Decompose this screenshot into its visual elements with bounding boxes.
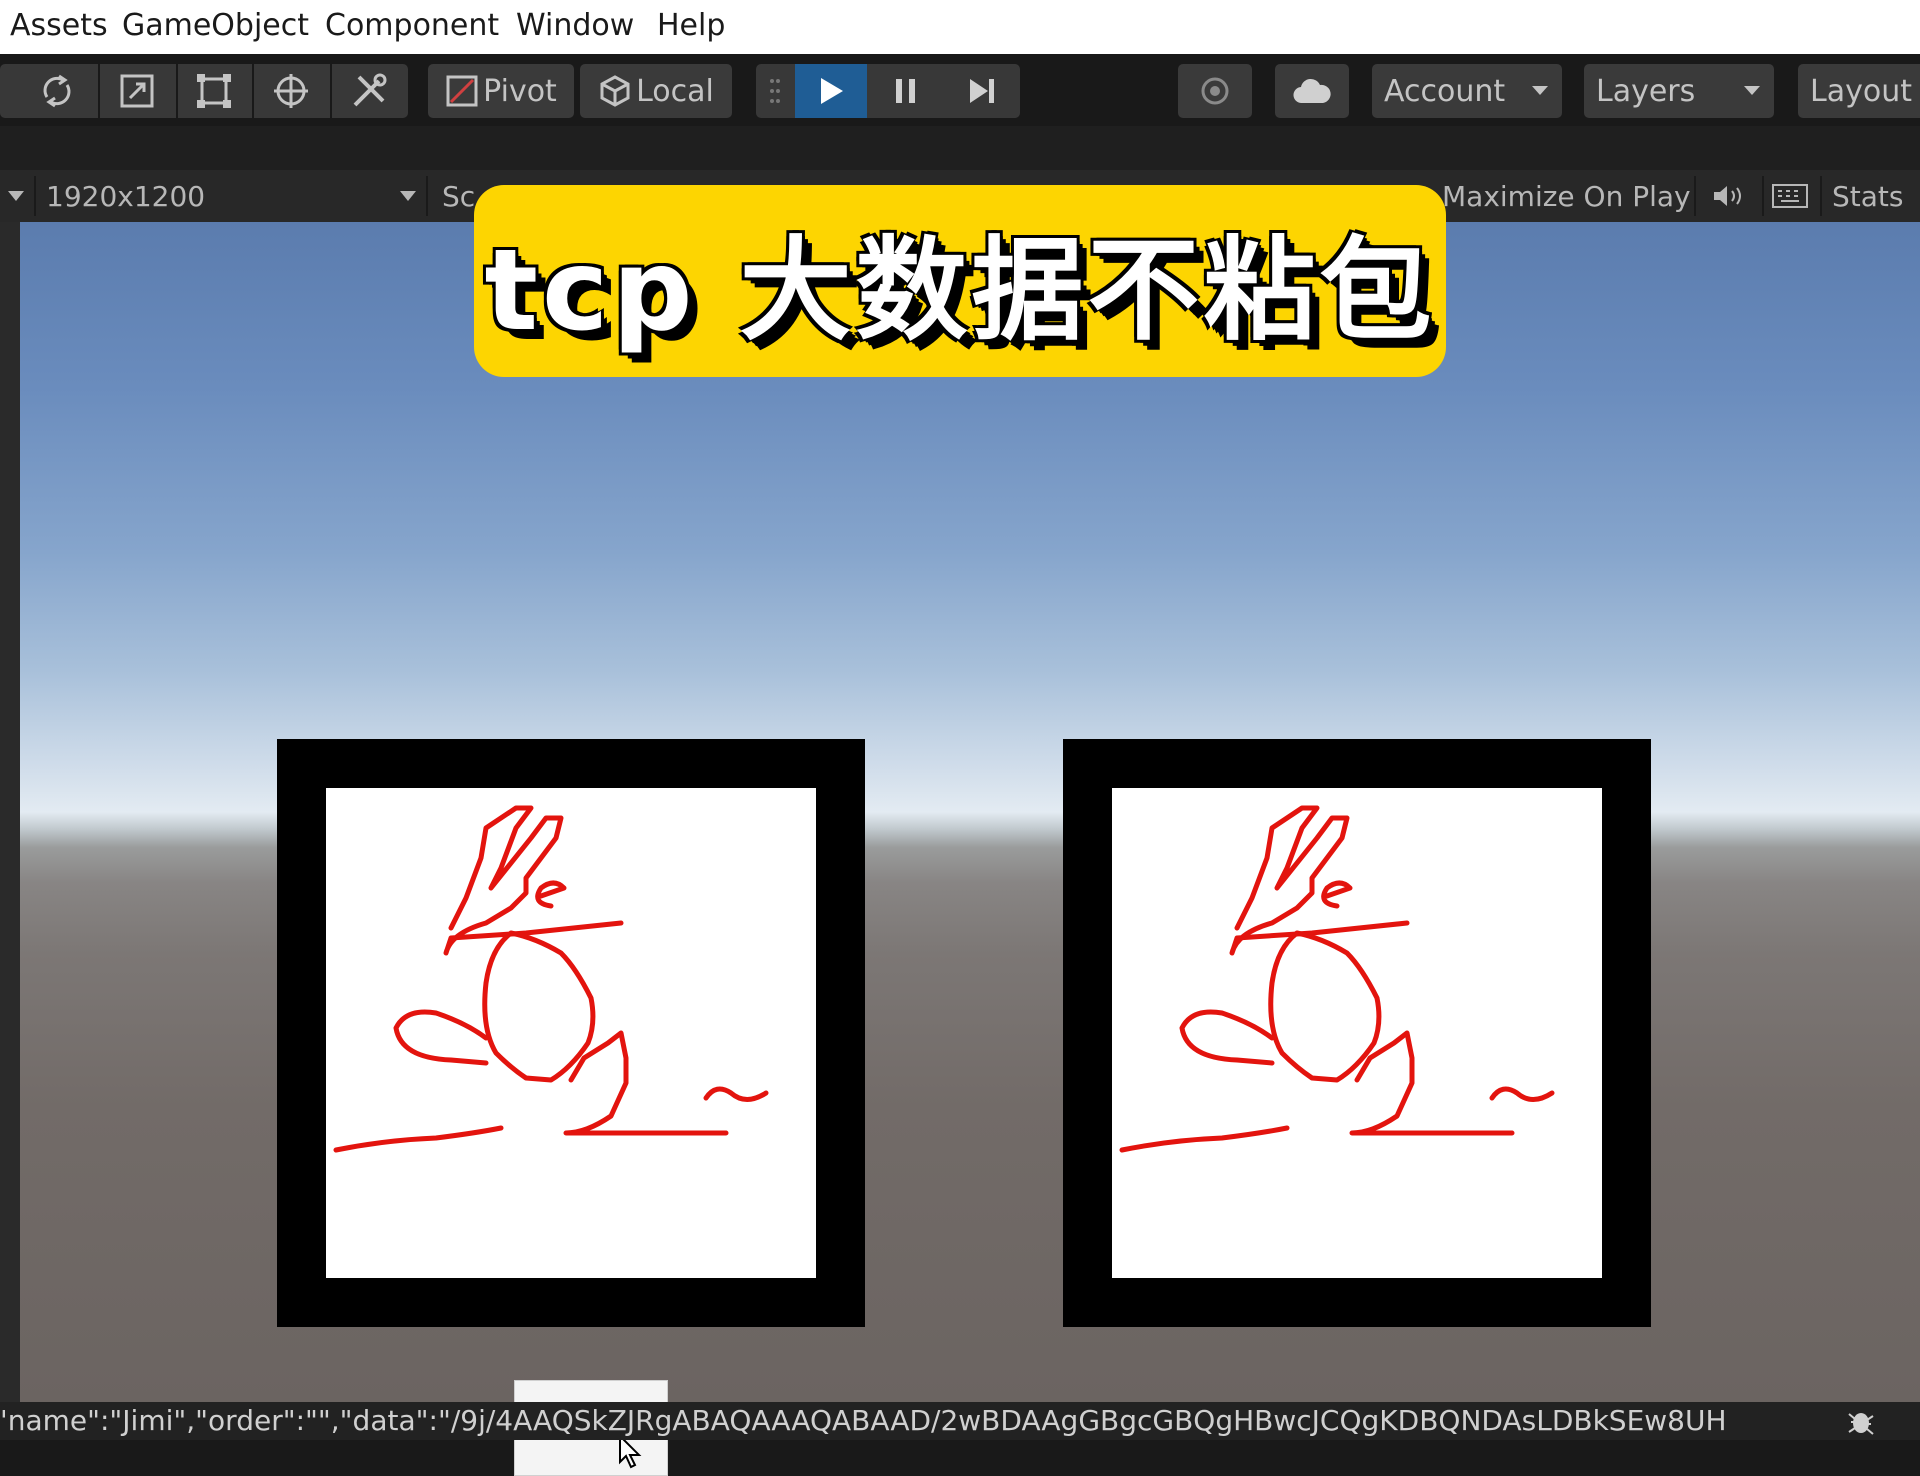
scale-slider-label[interactable]: Sc: [442, 170, 475, 222]
toolbar-separator: [1694, 176, 1696, 216]
rect-tool-button[interactable]: [178, 64, 250, 118]
drawing-canvas-left[interactable]: [326, 788, 816, 1278]
rabbit-drawing-left: [333, 805, 769, 1153]
stats-label: Stats: [1832, 179, 1904, 213]
maximize-on-play-label: Maximize On Play: [1442, 179, 1691, 213]
game-view[interactable]: Clear: [20, 222, 1920, 1476]
chevron-down-icon: [8, 191, 24, 201]
menu-bar: Assets GameObject Component Window Help: [0, 0, 1920, 54]
draw-panel-right: [1063, 739, 1651, 1327]
panel-left-edge: [0, 222, 20, 1402]
cloud-icon: [1293, 78, 1331, 104]
tools-icon: [353, 73, 387, 107]
rotate-icon: [43, 74, 71, 108]
menu-gameobject[interactable]: GameObject: [122, 8, 309, 43]
local-cube-icon: [600, 75, 630, 107]
step-icon: [970, 79, 994, 103]
transform-tool-button[interactable]: [254, 64, 328, 118]
step-button[interactable]: [946, 64, 1018, 118]
toolbar-separator: [1820, 176, 1822, 216]
pause-icon: [896, 79, 915, 103]
video-caption-text: tcp 大数据不粘包: [484, 226, 1436, 356]
rect-transform-icon: [197, 74, 231, 108]
scale-tool-button[interactable]: [100, 64, 174, 118]
pause-button[interactable]: [870, 64, 942, 118]
scale-icon: [120, 74, 154, 108]
snap-handle: [760, 64, 790, 118]
layers-dropdown[interactable]: Layers: [1584, 64, 1774, 118]
chevron-down-icon: [1532, 86, 1548, 95]
draw-panel-left: [277, 739, 865, 1327]
grip-icon: [770, 79, 780, 103]
menu-assets[interactable]: Assets: [10, 8, 108, 43]
local-label: Local: [636, 73, 714, 109]
layers-label: Layers: [1596, 73, 1696, 109]
menu-window[interactable]: Window: [516, 8, 634, 43]
menu-help[interactable]: Help: [657, 8, 725, 43]
drawing-canvas-right[interactable]: [1112, 788, 1602, 1278]
toolbar-separator: [34, 176, 36, 216]
rotate-tool-button[interactable]: [22, 64, 92, 118]
pivot-icon: [446, 75, 478, 107]
collab-button[interactable]: [1178, 64, 1252, 118]
account-dropdown[interactable]: Account: [1372, 64, 1562, 118]
transform-icon: [274, 74, 308, 108]
speaker-icon: [1714, 186, 1741, 206]
toolbar-separator: [426, 176, 428, 216]
panel-tab-strip: [0, 126, 1920, 170]
play-icon: [821, 78, 843, 104]
cloud-button[interactable]: [1275, 64, 1349, 118]
account-label: Account: [1384, 73, 1506, 109]
mute-audio-toggle[interactable]: [1712, 170, 1746, 222]
local-toggle[interactable]: Local: [580, 64, 732, 118]
chevron-down-icon: [1744, 86, 1760, 95]
main-toolbar: Pivot Local Account Layers Layout: [0, 54, 1920, 126]
rabbit-strokes: [1119, 805, 1555, 1153]
stats-toggle[interactable]: Stats: [1832, 170, 1903, 222]
resolution-label: 1920x1200: [46, 179, 206, 213]
pivot-label: Pivot: [483, 73, 557, 109]
layout-dropdown[interactable]: Layout: [1798, 64, 1920, 118]
rabbit-strokes: [333, 805, 769, 1153]
last-log-message[interactable]: 'name":"Jimi","order":"","data":"/9j/4AA…: [0, 1402, 1740, 1440]
display-dropdown[interactable]: [8, 170, 32, 222]
chevron-down-icon: [400, 191, 416, 201]
custom-tool-button[interactable]: [332, 64, 406, 118]
bug-icon[interactable]: [1846, 1406, 1876, 1436]
rabbit-drawing-right: [1119, 805, 1555, 1153]
pivot-toggle[interactable]: Pivot: [428, 64, 574, 118]
collab-icon: [1201, 77, 1229, 105]
menu-component[interactable]: Component: [325, 8, 499, 43]
shortcut-toggle[interactable]: [1772, 170, 1808, 222]
toolbar-separator: [1762, 176, 1764, 216]
play-button[interactable]: [795, 64, 867, 118]
layout-label: Layout: [1810, 73, 1912, 109]
keyboard-icon: [1772, 184, 1808, 208]
console-status-bar[interactable]: 'name":"Jimi","order":"","data":"/9j/4AA…: [0, 1402, 1920, 1440]
maximize-on-play-toggle[interactable]: Maximize On Play: [1442, 170, 1691, 222]
resolution-dropdown[interactable]: 1920x1200: [46, 170, 416, 222]
